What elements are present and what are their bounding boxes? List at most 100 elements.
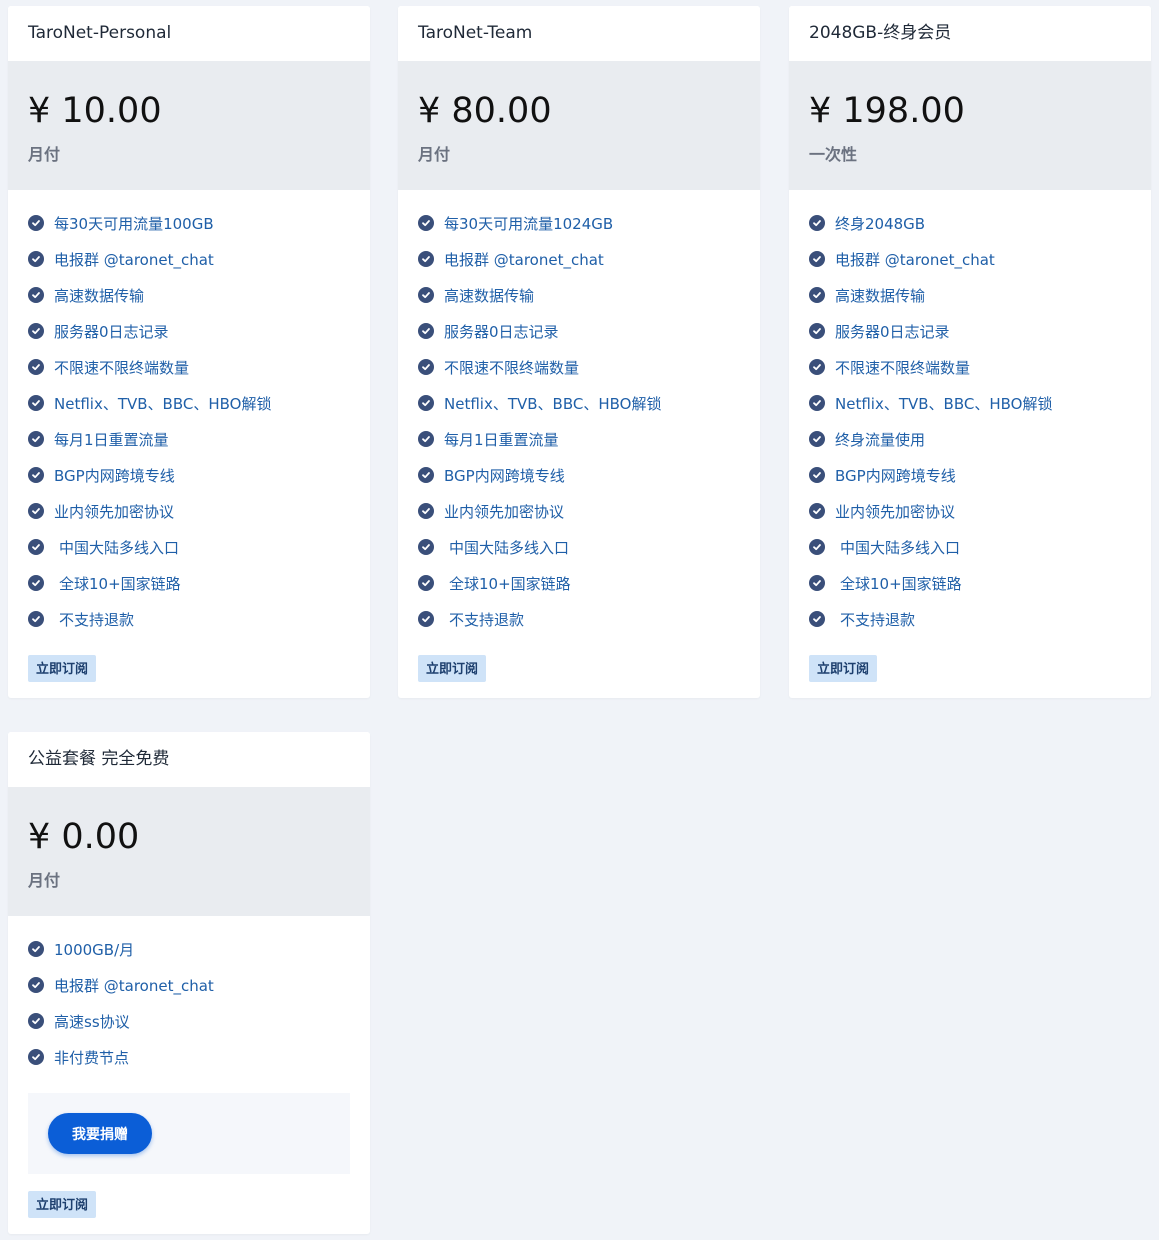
feature-text: 不支持退款 <box>840 610 916 629</box>
feature-text: 终身流量使用 <box>835 430 926 449</box>
check-circle-icon <box>418 359 434 375</box>
feature-item: 高速数据传输 <box>809 277 1151 313</box>
feature-text: 1000GB/月 <box>54 940 135 959</box>
check-circle-icon <box>809 539 825 555</box>
feature-list: 终身2048GB 电报群 @taronet_chat 高速数据传输 服务器0日志… <box>789 190 1151 637</box>
feature-text: Netflix、TVB、BBC、HBO解锁 <box>835 394 1053 413</box>
plan-card-team: TaroNet-Team ¥ 80.00 月付 每30天可用流量1024GB 电… <box>398 6 760 698</box>
feature-item: 不限速不限终端数量 <box>28 349 370 385</box>
feature-item: 高速数据传输 <box>418 277 760 313</box>
check-circle-icon <box>28 941 44 957</box>
feature-text: Netflix、TVB、BBC、HBO解锁 <box>54 394 272 413</box>
price-block: ¥ 80.00 月付 <box>398 61 760 190</box>
feature-text: 每月1日重置流量 <box>54 430 169 449</box>
feature-item: 非付费节点 <box>28 1039 370 1075</box>
plan-price: ¥ 80.00 <box>418 91 552 131</box>
feature-item: Netflix、TVB、BBC、HBO解锁 <box>809 385 1151 421</box>
feature-item: 高速数据传输 <box>28 277 370 313</box>
feature-list: 每30天可用流量1024GB 电报群 @taronet_chat 高速数据传输 … <box>398 190 760 637</box>
check-circle-icon <box>418 431 434 447</box>
feature-text: 高速ss协议 <box>54 1012 130 1031</box>
subscribe-button[interactable]: 立即订阅 <box>28 655 97 682</box>
plan-period: 月付 <box>28 145 61 164</box>
donate-button[interactable]: 我要捐赠 <box>48 1113 152 1154</box>
feature-item: 服务器0日志记录 <box>28 313 370 349</box>
check-circle-icon <box>809 251 825 267</box>
check-circle-icon <box>809 323 825 339</box>
check-circle-icon <box>28 251 44 267</box>
feature-text: 业内领先加密协议 <box>835 502 956 521</box>
check-circle-icon <box>418 287 434 303</box>
feature-item: 电报群 @taronet_chat <box>418 241 760 277</box>
check-circle-icon <box>28 287 44 303</box>
subscribe-button[interactable]: 立即订阅 <box>418 655 487 682</box>
check-circle-icon <box>809 467 825 483</box>
feature-text: 不支持退款 <box>449 610 525 629</box>
check-circle-icon <box>418 215 434 231</box>
feature-text: 服务器0日志记录 <box>835 322 950 341</box>
check-circle-icon <box>809 215 825 231</box>
feature-item: Netflix、TVB、BBC、HBO解锁 <box>418 385 760 421</box>
feature-text: 服务器0日志记录 <box>444 322 559 341</box>
feature-text: 中国大陆多线入口 <box>840 538 961 557</box>
check-circle-icon <box>809 611 825 627</box>
check-circle-icon <box>809 359 825 375</box>
check-circle-icon <box>28 503 44 519</box>
plan-price: ¥ 198.00 <box>809 91 965 131</box>
feature-item: Netflix、TVB、BBC、HBO解锁 <box>28 385 370 421</box>
feature-list: 1000GB/月 电报群 @taronet_chat 高速ss协议 非付费节点 <box>8 916 370 1075</box>
check-circle-icon <box>28 431 44 447</box>
feature-text: 高速数据传输 <box>54 286 145 305</box>
feature-text: 每30天可用流量1024GB <box>444 214 614 233</box>
subscribe-button[interactable]: 立即订阅 <box>809 655 878 682</box>
feature-item: 业内领先加密协议 <box>809 493 1151 529</box>
plan-card-personal: TaroNet-Personal ¥ 10.00 月付 每30天可用流量100G… <box>8 6 370 698</box>
feature-item: BGP内网跨境专线 <box>809 457 1151 493</box>
feature-item: BGP内网跨境专线 <box>28 457 370 493</box>
feature-item: 1000GB/月 <box>28 931 370 967</box>
feature-item: 全球10+国家链路 <box>809 565 1151 601</box>
feature-item: 中国大陆多线入口 <box>809 529 1151 565</box>
feature-text: 高速数据传输 <box>444 286 535 305</box>
feature-text: 中国大陆多线入口 <box>59 538 180 557</box>
check-circle-icon <box>28 395 44 411</box>
feature-item: 终身流量使用 <box>809 421 1151 457</box>
feature-item: 电报群 @taronet_chat <box>809 241 1151 277</box>
check-circle-icon <box>418 467 434 483</box>
donate-panel: 我要捐赠 <box>28 1093 350 1174</box>
check-circle-icon <box>809 287 825 303</box>
plan-period: 月付 <box>28 871 61 890</box>
feature-item: 每月1日重置流量 <box>418 421 760 457</box>
check-circle-icon <box>28 215 44 231</box>
plan-price: ¥ 0.00 <box>28 817 140 857</box>
check-circle-icon <box>28 977 44 993</box>
feature-item: 中国大陆多线入口 <box>418 529 760 565</box>
feature-item: 电报群 @taronet_chat <box>28 241 370 277</box>
feature-text: 全球10+国家链路 <box>840 574 962 593</box>
plan-period: 月付 <box>418 145 451 164</box>
plan-period: 一次性 <box>809 145 858 164</box>
feature-text: 不限速不限终端数量 <box>54 358 190 377</box>
plan-price: ¥ 10.00 <box>28 91 162 131</box>
check-circle-icon <box>28 1049 44 1065</box>
subscribe-button[interactable]: 立即订阅 <box>28 1191 97 1218</box>
check-circle-icon <box>28 1013 44 1029</box>
feature-list: 每30天可用流量100GB 电报群 @taronet_chat 高速数据传输 服… <box>8 190 370 637</box>
feature-item: 终身2048GB <box>809 205 1151 241</box>
feature-text: 非付费节点 <box>54 1048 130 1067</box>
feature-text: BGP内网跨境专线 <box>835 466 956 485</box>
price-block: ¥ 0.00 月付 <box>8 787 370 916</box>
feature-text: 全球10+国家链路 <box>59 574 181 593</box>
feature-item: 服务器0日志记录 <box>809 313 1151 349</box>
feature-text: 每30天可用流量100GB <box>54 214 214 233</box>
check-circle-icon <box>809 575 825 591</box>
feature-text: 不限速不限终端数量 <box>444 358 580 377</box>
feature-text: 业内领先加密协议 <box>54 502 175 521</box>
feature-text: 中国大陆多线入口 <box>449 538 570 557</box>
check-circle-icon <box>418 539 434 555</box>
feature-item: 业内领先加密协议 <box>28 493 370 529</box>
plan-title: 2048GB-终身会员 <box>789 6 1151 61</box>
feature-item: 不限速不限终端数量 <box>418 349 760 385</box>
feature-text: 高速数据传输 <box>835 286 926 305</box>
feature-text: BGP内网跨境专线 <box>444 466 565 485</box>
